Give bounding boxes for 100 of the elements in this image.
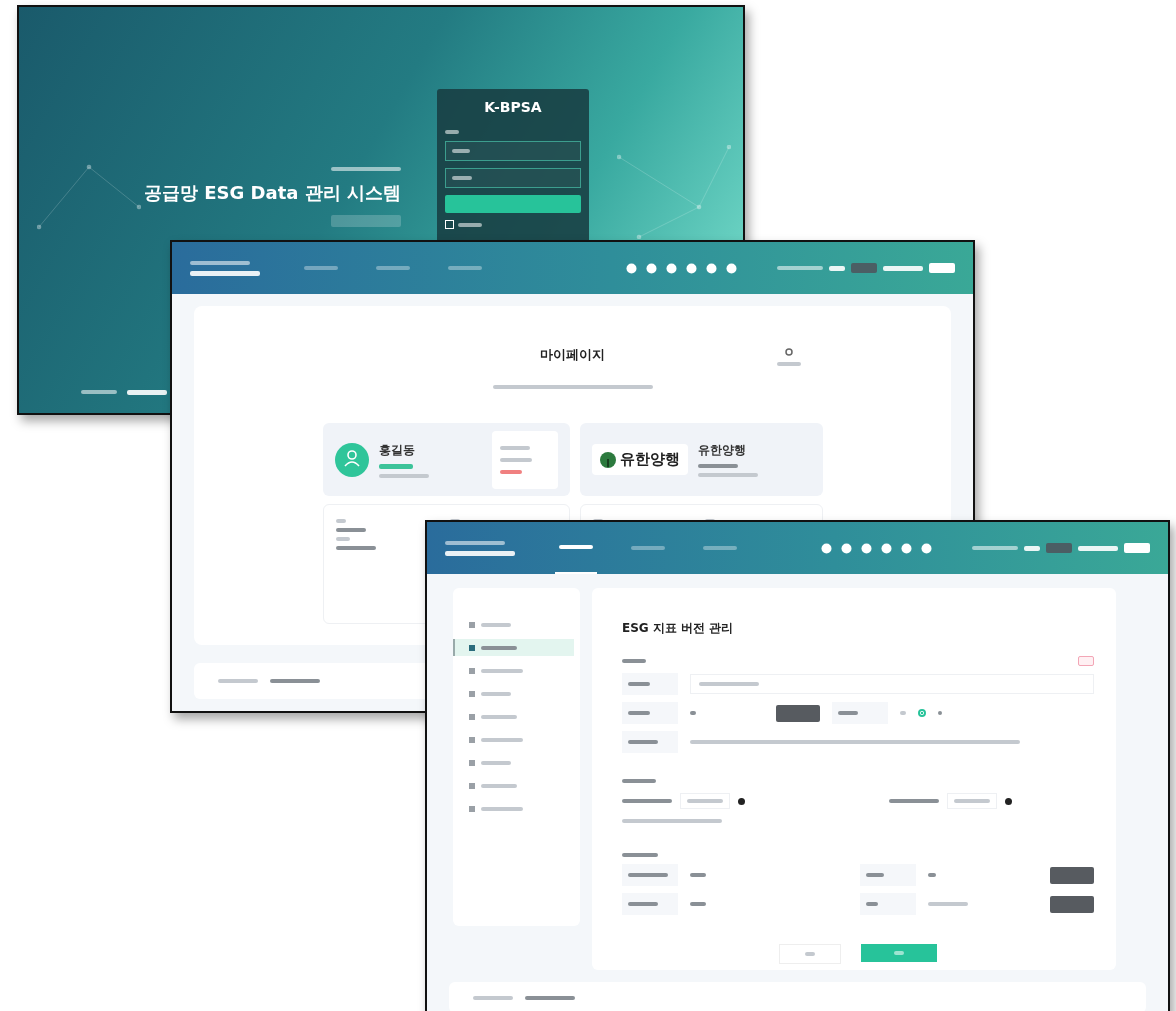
illegible-text xyxy=(481,622,511,627)
illegible-text xyxy=(690,711,696,715)
page-title: ESG 지표 버전 관리 xyxy=(622,620,735,637)
illegible-text xyxy=(445,550,515,556)
illegible-text xyxy=(690,873,706,877)
illegible-text xyxy=(938,711,942,715)
illegible-text xyxy=(445,130,459,134)
illegible-text xyxy=(127,390,167,395)
illegible-text xyxy=(525,995,575,1000)
illegible-text xyxy=(972,546,1018,550)
illegible-text xyxy=(687,799,723,803)
illegible-text xyxy=(690,902,706,906)
illegible-text xyxy=(697,464,738,468)
illegible-text xyxy=(628,740,658,744)
menu-icon xyxy=(469,805,475,812)
illegible-text xyxy=(622,659,646,663)
menu-icon xyxy=(469,713,475,720)
illegible-text xyxy=(622,799,672,803)
toolbar-icon[interactable] xyxy=(646,262,657,274)
illegible-text xyxy=(628,711,650,715)
illegible-text xyxy=(378,463,413,469)
guide-button[interactable] xyxy=(330,215,401,227)
mypage-button[interactable] xyxy=(1124,543,1150,553)
file-field[interactable] xyxy=(947,793,997,809)
menu-icon xyxy=(469,759,475,766)
password-field[interactable] xyxy=(445,168,581,188)
illegible-text xyxy=(270,679,320,683)
illegible-text xyxy=(190,270,260,276)
illegible-text xyxy=(499,469,522,474)
menu-icon xyxy=(469,782,475,789)
id-field[interactable] xyxy=(445,141,581,161)
logout-button[interactable] xyxy=(1046,543,1072,553)
version-name-field[interactable] xyxy=(690,674,1094,694)
illegible-text xyxy=(777,266,823,270)
illegible-text xyxy=(866,902,878,906)
illegible-text xyxy=(928,873,936,877)
cancel-button[interactable] xyxy=(779,944,841,964)
illegible-text xyxy=(481,668,523,673)
toolbar-icon[interactable] xyxy=(821,542,832,554)
illegible-text xyxy=(622,779,656,783)
illegible-text xyxy=(378,473,429,478)
toolbar-icon[interactable] xyxy=(686,262,697,274)
illegible-text xyxy=(900,711,906,715)
illegible-text xyxy=(335,546,376,550)
toolbar-icon[interactable] xyxy=(706,262,717,274)
illegible-text xyxy=(458,222,482,227)
illegible-text xyxy=(335,537,350,541)
illegible-text xyxy=(697,473,758,477)
file-field[interactable] xyxy=(680,793,730,809)
save-button[interactable] xyxy=(861,944,937,962)
illegible-text xyxy=(481,806,523,811)
illegible-text xyxy=(481,783,517,788)
illegible-text xyxy=(1078,545,1118,551)
settings-icon[interactable] xyxy=(785,348,793,356)
illegible-text xyxy=(481,737,523,742)
illegible-text xyxy=(829,265,845,271)
tree-icon xyxy=(599,451,616,468)
action-button[interactable] xyxy=(1050,866,1094,884)
illegible-text xyxy=(81,390,117,394)
company-logo: 유한양행 xyxy=(591,444,688,475)
menu-icon xyxy=(469,644,475,651)
illegible-text xyxy=(889,799,939,803)
illegible-text xyxy=(628,682,650,686)
illegible-text xyxy=(777,362,801,366)
search-button[interactable] xyxy=(776,704,820,722)
logout-button[interactable] xyxy=(851,263,877,273)
illegible-text xyxy=(628,873,668,877)
sidebar-item[interactable] xyxy=(453,639,574,656)
illegible-text xyxy=(838,711,858,715)
illegible-text xyxy=(481,691,511,696)
illegible-text xyxy=(335,519,346,523)
avatar-icon xyxy=(334,442,369,477)
remember-checkbox[interactable] xyxy=(445,220,454,229)
illegible-text xyxy=(883,265,923,271)
illegible-text xyxy=(335,528,366,532)
radio-button[interactable] xyxy=(918,709,926,717)
illegible-text xyxy=(928,902,968,906)
illegible-text xyxy=(628,902,658,906)
illegible-text xyxy=(499,457,532,462)
toolbar-icon[interactable] xyxy=(901,542,912,554)
illegible-text xyxy=(499,445,530,450)
system-title: 공급망 ESG Data 관리 시스템 xyxy=(144,181,401,205)
illegible-text xyxy=(622,853,658,857)
illegible-text xyxy=(330,167,401,171)
illegible-text xyxy=(218,679,258,683)
required-badge xyxy=(1078,656,1094,666)
toolbar-icon[interactable] xyxy=(626,262,637,274)
toolbar-icon[interactable] xyxy=(861,542,872,554)
toolbar-icon[interactable] xyxy=(841,542,852,554)
illegible-text xyxy=(805,952,815,956)
illegible-text xyxy=(190,260,250,265)
illegible-text xyxy=(452,149,470,153)
toolbar-icon[interactable] xyxy=(881,542,892,554)
action-button[interactable] xyxy=(1050,895,1094,913)
illegible-text xyxy=(866,873,884,877)
menu-icon xyxy=(469,621,475,628)
toolbar-icon[interactable] xyxy=(666,262,677,274)
toolbar-icon[interactable] xyxy=(726,262,737,274)
mypage-button[interactable] xyxy=(929,263,955,273)
toolbar-icon[interactable] xyxy=(921,542,932,554)
